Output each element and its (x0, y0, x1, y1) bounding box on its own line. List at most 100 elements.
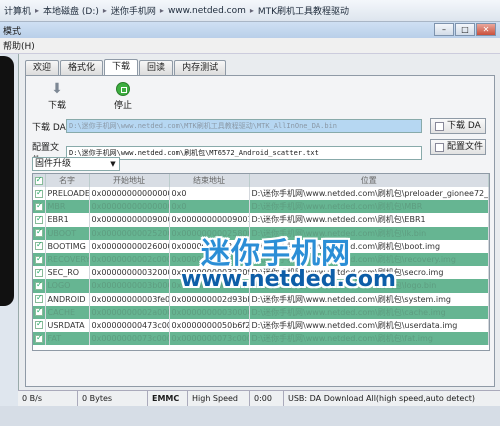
col-location[interactable]: 位置 (249, 174, 489, 187)
cell-start: 0x0000000073c00000 (89, 332, 170, 346)
maximize-button[interactable]: □ (455, 23, 475, 36)
cell-start: 0x0000000000900000 (89, 213, 170, 227)
download-button-label: 下载 (47, 101, 66, 111)
select-all-checkbox[interactable] (33, 174, 46, 187)
cell-name: CACHE (45, 305, 90, 319)
table-row[interactable]: UBOOT0x00000000025200000x000000000258000… (33, 226, 489, 240)
minimize-button[interactable]: – (434, 23, 454, 36)
download-button[interactable]: ⬇ 下载 (42, 82, 72, 111)
stop-icon (116, 82, 130, 96)
breadcrumb-item[interactable]: MTK刷机工具教程驱动 (258, 4, 349, 17)
cell-end: 0x00000000009001ff (169, 213, 250, 227)
cell-start: 0x00000000003fe0000 (89, 292, 170, 306)
tab-format[interactable]: 格式化 (60, 60, 104, 75)
cell-location: D:\迷你手机网\www.netded.com\刷机包\userdata.img (249, 318, 489, 333)
table-row[interactable]: LOGO0x0000000003b000000x0000000003c00000… (33, 279, 489, 293)
breadcrumb-item[interactable]: 迷你手机网 (111, 4, 156, 17)
cell-end: 0x0000000003100000 (169, 252, 250, 267)
table-row[interactable]: BOOTIMG0x00000000026000000x0000000002a7f… (33, 239, 489, 253)
cell-start: 0x0000000002600000 (89, 239, 170, 253)
tab-welcome[interactable]: 欢迎 (25, 60, 60, 75)
row-checkbox[interactable] (33, 292, 46, 306)
download-arrow-icon: ⬇ (51, 81, 63, 97)
cell-location: D:\迷你手机网\www.netded.com\刷机包\secro.img (249, 266, 489, 280)
breadcrumb-item[interactable]: www.netded.com (168, 6, 246, 16)
cell-location: D:\迷你手机网\www.netded.com\刷机包\lk.bin (249, 226, 489, 240)
cell-name: EBR1 (45, 213, 90, 227)
table-row[interactable]: USRDATA0x00000000473c00000x0000000050b6f… (33, 318, 489, 333)
cell-end: 0x0000000003220fff (169, 266, 250, 280)
breadcrumb-separator-icon[interactable]: ▸ (250, 6, 254, 15)
row-checkbox[interactable] (33, 252, 46, 267)
table-row[interactable]: RECOVERY0x0000000002c000000x000000000310… (33, 252, 489, 267)
row-checkbox[interactable] (33, 187, 46, 201)
menu-help[interactable]: 帮助(H) (3, 39, 35, 52)
status-speed: 0 B/s (18, 391, 78, 406)
cell-location: D:\迷你手机网\www.netded.com\刷机包\EBR1 (249, 213, 489, 227)
table-row[interactable]: ANDROID0x00000000003fe00000x000000002d93… (33, 292, 489, 306)
download-panel: ⬇ 下载 停止 下载 DA D:\迷你手机网\www.netded.com\MT… (25, 75, 495, 387)
cell-name: SEC_RO (45, 266, 90, 280)
table-row[interactable]: PRELOADER0x00000000000000000x0D:\迷你手机网\w… (33, 187, 489, 201)
row-checkbox[interactable] (33, 266, 46, 280)
breadcrumb-item[interactable]: 本地磁盘 (D:) (43, 4, 99, 17)
row-checkbox[interactable] (33, 226, 46, 240)
row-checkbox[interactable] (33, 279, 46, 293)
col-end[interactable]: 结束地址 (169, 174, 250, 187)
breadcrumb-item[interactable]: 计算机 (4, 4, 31, 17)
breadcrumb-separator-icon[interactable]: ▸ (160, 6, 164, 15)
cell-name: FAT (45, 332, 90, 346)
tab-download[interactable]: 下载 (104, 59, 139, 75)
cell-end: 0x0000000073c00000 (169, 332, 250, 346)
menu-bar: 帮助(H) (0, 38, 500, 54)
table-row[interactable]: SEC_RO0x00000000032000000x0000000003220f… (33, 266, 489, 280)
table-row[interactable]: FAT0x0000000073c000000x0000000073c00000D… (33, 332, 489, 346)
col-start[interactable]: 开始地址 (89, 174, 170, 187)
cell-start: 0x0000000003b00000 (89, 279, 170, 293)
mode-select[interactable]: 固件升级 ▼ (32, 157, 120, 171)
tab-readback[interactable]: 回读 (139, 60, 174, 75)
table-row[interactable]: MBR0x00000000000000000x0D:\迷你手机网\www.net… (33, 200, 489, 214)
row-checkbox[interactable] (33, 305, 46, 319)
cell-end: 0x0 (169, 200, 250, 214)
cell-start: 0x0000000002c00000 (89, 252, 170, 267)
window-title: 模式 (3, 26, 22, 37)
cell-name: BOOTIMG (45, 239, 90, 253)
status-info: USB: DA Download All(high speed,auto det… (288, 394, 475, 403)
partition-table: 名字 开始地址 结束地址 位置 PRELOADER0x0000000000000… (32, 173, 490, 351)
download-da-button[interactable]: 下载 DA (430, 118, 486, 134)
scatter-file-button-label: 配置文件 (447, 142, 484, 152)
breadcrumb-separator-icon[interactable]: ▸ (103, 6, 107, 15)
col-name[interactable]: 名字 (45, 174, 90, 187)
table-row[interactable]: CACHE0x0000000002a000000x000000000300000… (33, 305, 489, 319)
tab-memory-test[interactable]: 内存测试 (174, 60, 227, 75)
cell-end: 0x000000002d93bbb7 (169, 292, 250, 306)
window-titlebar: 模式 – □ ✕ (0, 22, 500, 38)
cell-end: 0x0000000002580000 (169, 226, 250, 240)
stop-button-label: 停止 (113, 101, 132, 111)
cell-location: D:\迷你手机网\www.netded.com\刷机包\system.img (249, 292, 489, 306)
stop-button[interactable]: 停止 (108, 82, 138, 111)
row-checkbox[interactable] (33, 239, 46, 253)
breadcrumb-separator-icon[interactable]: ▸ (35, 6, 39, 15)
table-row[interactable]: EBR10x00000000009000000x00000000009001ff… (33, 213, 489, 227)
status-bytes: 0 Bytes (78, 391, 148, 406)
scatter-file-button[interactable]: 配置文件 (430, 139, 486, 155)
taskbar-strip (0, 406, 500, 426)
close-button[interactable]: ✕ (476, 23, 496, 36)
cell-name: ANDROID (45, 292, 90, 306)
da-path-field[interactable]: D:\迷你手机网\www.netded.com\MTK刷机工具教程驱动\MTK_… (66, 119, 422, 133)
status-storage: EMMC (148, 391, 188, 406)
cell-start: 0x00000000473c0000 (89, 318, 170, 333)
row-checkbox[interactable] (33, 318, 46, 333)
cell-location: D:\迷你手机网\www.netded.com\刷机包\recovery.img (249, 252, 489, 267)
status-time: 0:00 (250, 391, 284, 406)
cell-end: 0x0000000003000000 (169, 305, 250, 319)
tab-strip: 欢迎 格式化 下载 回读 内存测试 (25, 59, 227, 75)
explorer-address-bar[interactable]: 计算机 ▸ 本地磁盘 (D:) ▸ 迷你手机网 ▸ www.netded.com ▸ MTK刷机… (0, 0, 500, 22)
row-checkbox[interactable] (33, 213, 46, 227)
cell-start: 0x0000000002520000 (89, 226, 170, 240)
row-checkbox[interactable] (33, 332, 46, 346)
cell-name: UBOOT (45, 226, 90, 240)
row-checkbox[interactable] (33, 200, 46, 214)
